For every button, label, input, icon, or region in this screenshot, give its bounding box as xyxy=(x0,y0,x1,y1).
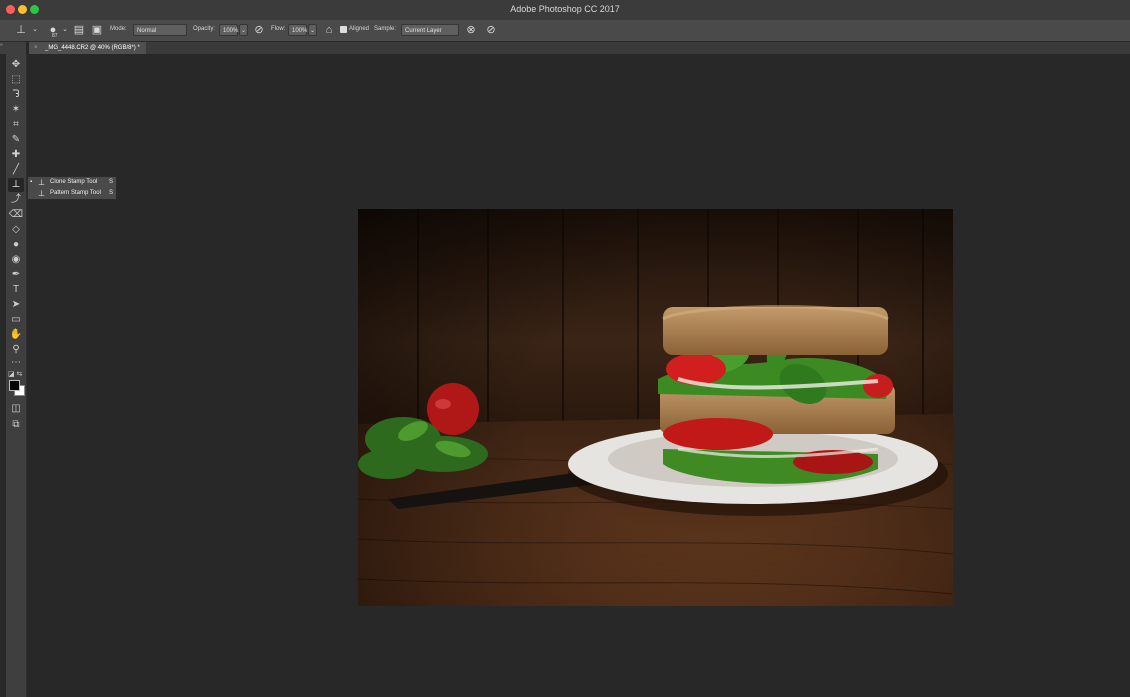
pattern-stamp-icon: ⊥ xyxy=(38,189,45,198)
flow-label: Flow: xyxy=(271,26,286,32)
pressure-size-icon[interactable]: ⊘ xyxy=(484,23,498,37)
close-tab-icon[interactable]: × xyxy=(34,42,38,54)
edit-toolbar-icon[interactable]: ⋯ xyxy=(8,356,24,370)
tools-panel: ✥ ⬚ ᘊ ✶ ⌗ ✎ ✚ ╱ ⊥ ⤴ ⌫ ◇ ● ◉ ✒ T ➤ ▭ ✋ ⚲ … xyxy=(6,54,27,697)
healing-brush-tool-icon[interactable]: ✚ xyxy=(8,148,24,162)
foreground-color-swatch[interactable] xyxy=(9,380,20,391)
screen-mode-icon[interactable]: ⧉ xyxy=(8,418,24,432)
airbrush-icon[interactable]: ⌂ xyxy=(322,23,336,37)
lasso-tool-icon[interactable]: ᘊ xyxy=(8,88,24,102)
options-bar: ⊥ ⌄ ● 87 ⌄ ▤ ▣ Mode: Normal Opacity: 100… xyxy=(0,20,1130,42)
clone-stamp-tool-icon[interactable]: ⊥ xyxy=(8,178,24,192)
paint-bucket-tool-icon[interactable]: ◇ xyxy=(8,223,24,237)
opacity-input[interactable]: 100% xyxy=(219,24,238,36)
clone-stamp-icon: ⊥ xyxy=(38,178,45,187)
rectangle-tool-icon[interactable]: ▭ xyxy=(8,313,24,327)
move-tool-icon[interactable]: ✥ xyxy=(8,58,24,72)
sandwich-photo xyxy=(358,209,953,606)
selected-indicator-icon: ▪ xyxy=(30,179,33,185)
flow-input[interactable]: 100% xyxy=(288,24,307,36)
opacity-label: Opacity: xyxy=(193,26,216,32)
hand-tool-icon[interactable]: ✋ xyxy=(8,328,24,342)
document-tab-bar: × _MG_4448.CR2 @ 40% (RGB/8*) * xyxy=(29,42,1130,54)
dodge-tool-icon[interactable]: ◉ xyxy=(8,253,24,267)
sample-label: Sample: xyxy=(374,26,397,32)
marquee-tool-icon[interactable]: ⬚ xyxy=(8,73,24,87)
eyedropper-tool-icon[interactable]: ✎ xyxy=(8,133,24,147)
mode-select[interactable]: Normal xyxy=(133,24,187,36)
type-tool-icon[interactable]: T xyxy=(8,283,24,297)
flow-dropdown[interactable]: ⌄ xyxy=(308,24,317,36)
brush-tool-icon[interactable]: ╱ xyxy=(8,163,24,177)
aligned-checkbox[interactable] xyxy=(340,26,347,33)
eraser-tool-icon[interactable]: ⌫ xyxy=(8,208,24,222)
flyout-item-label: Clone Stamp Tool xyxy=(50,179,98,185)
document-image[interactable] xyxy=(358,209,953,606)
aligned-label: Aligned xyxy=(349,26,370,32)
default-colors-icon[interactable]: ◪ ⇆ xyxy=(8,370,22,378)
clone-stamp-preset-icon[interactable]: ⊥ xyxy=(14,23,28,37)
path-selection-tool-icon[interactable]: ➤ xyxy=(8,298,24,312)
toolbar-grip[interactable]: » xyxy=(0,42,26,54)
document-tab[interactable]: × _MG_4448.CR2 @ 40% (RGB/8*) * xyxy=(29,42,146,54)
chevron-down-icon[interactable]: ⌄ xyxy=(58,23,72,37)
clone-stamp-flyout-menu: ▪ ⊥ Clone Stamp Tool S ⊥ Pattern Stamp T… xyxy=(27,176,117,200)
quick-mask-icon[interactable]: ◫ xyxy=(8,402,24,416)
clone-source-icon[interactable]: ▣ xyxy=(90,23,104,37)
mode-label: Mode: xyxy=(110,26,127,32)
flyout-item-pattern-stamp[interactable]: ⊥ Pattern Stamp Tool S xyxy=(28,188,116,199)
title-bar: Adobe Photoshop CC 2017 xyxy=(0,0,1130,20)
flyout-item-shortcut: S xyxy=(109,190,114,196)
brush-size-value: 87 xyxy=(52,33,58,39)
flyout-item-shortcut: S xyxy=(109,179,114,185)
sample-select[interactable]: Current Layer xyxy=(401,24,459,36)
pressure-opacity-icon[interactable]: ⊘ xyxy=(252,23,266,37)
chevron-down-icon[interactable]: ⌄ xyxy=(28,23,42,37)
opacity-dropdown[interactable]: ⌄ xyxy=(239,24,248,36)
flyout-item-clone-stamp[interactable]: ▪ ⊥ Clone Stamp Tool S xyxy=(28,177,116,188)
magic-wand-tool-icon[interactable]: ✶ xyxy=(8,103,24,117)
crop-tool-icon[interactable]: ⌗ xyxy=(8,118,24,132)
document-tab-label: _MG_4448.CR2 @ 40% (RGB/8*) * xyxy=(45,45,140,51)
pen-tool-icon[interactable]: ✒ xyxy=(8,268,24,282)
history-brush-tool-icon[interactable]: ⤴ xyxy=(8,193,24,207)
ignore-adjustment-layers-icon[interactable]: ⊗ xyxy=(464,23,478,37)
zoom-tool-icon[interactable]: ⚲ xyxy=(8,343,24,357)
flyout-item-label: Pattern Stamp Tool xyxy=(50,190,101,196)
window-title: Adobe Photoshop CC 2017 xyxy=(510,4,620,14)
blur-tool-icon[interactable]: ● xyxy=(8,238,24,252)
brush-settings-icon[interactable]: ▤ xyxy=(72,23,86,37)
